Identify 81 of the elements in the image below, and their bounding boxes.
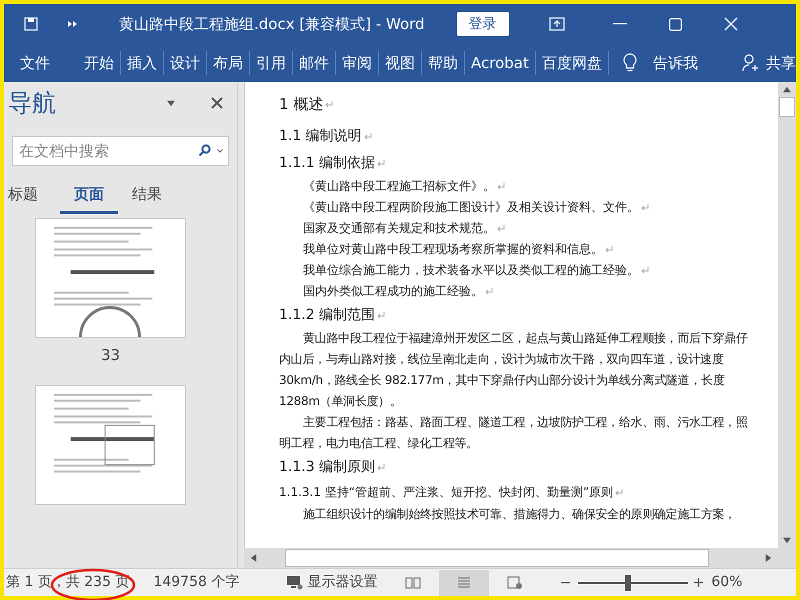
lightbulb-icon[interactable] [622, 53, 637, 73]
scroll-right-icon[interactable] [765, 554, 772, 562]
read-mode-icon[interactable] [405, 576, 422, 588]
save-icon [24, 17, 38, 31]
heading: 1.1.3.1 坚持“管超前、严注浆、短开挖、快封闭、勤量测”原则 [279, 484, 614, 501]
heading: 1.1 编制说明 [279, 127, 362, 146]
list-item-text: 《黄山路中段工程施工招标文件》。 [303, 178, 495, 195]
ribbon-tab[interactable]: 插入 [121, 48, 163, 78]
scroll-thumb[interactable] [285, 549, 709, 567]
paragraph-mark-icon [377, 160, 386, 166]
paragraph-mark-icon [485, 288, 493, 295]
paragraph-mark-icon [641, 204, 649, 211]
search-icon[interactable] [198, 144, 211, 157]
pane-tab[interactable]: 结果 [118, 178, 176, 214]
search-field[interactable]: 在文档中搜索 [12, 136, 229, 166]
paragraph-mark-icon [615, 488, 624, 496]
paragraph-mark-icon [377, 312, 386, 318]
dropdown-icon[interactable] [167, 100, 175, 106]
body-paragraph: 施工组织设计的编制始终按照技术可靠、措施得力、确保安全的原则确定施工方案， [302, 506, 737, 523]
pane-title: 导航 [8, 88, 56, 119]
display-settings-text[interactable]: 显示器设置 [307, 572, 378, 593]
more-icon[interactable] [68, 21, 77, 27]
chevron-icon[interactable] [217, 148, 223, 152]
page-thumbnail[interactable] [35, 384, 186, 504]
ribbon-tab[interactable]: 审阅 [336, 48, 378, 78]
body-paragraph: 主要工程包括：路基、路面工程、隧道工程，边坡防护工程，给水、雨、污水工程，照明工程，电力电信工程、绿化工程等。 [279, 414, 749, 452]
paragraph-mark-icon [364, 132, 372, 140]
paragraph-mark-icon [497, 183, 505, 190]
zoom-in-icon[interactable] [694, 578, 704, 587]
window-title: 黄山路中段工程施组.docx [兼容模式] - Word [119, 14, 425, 35]
list-item-text: 《黄山路中段工程两阶段施工图设计》及相关设计资料、文件。 [303, 199, 639, 216]
print-layout-button[interactable] [439, 570, 490, 596]
paragraph-mark-icon [641, 267, 649, 274]
list-item-text: 我单位综合施工能力，技术装备水平以及类似工程的施工经验。 [303, 262, 639, 279]
paragraph-mark-icon [325, 100, 334, 108]
heading: 1.1.2 编制范围 [279, 306, 376, 325]
ribbon-tab[interactable]: 百度网盘 [536, 48, 608, 78]
web-layout-icon[interactable] [507, 576, 524, 590]
pane-tab[interactable]: 页面 [60, 178, 118, 214]
tell-me-text[interactable]: 告诉我 [652, 52, 698, 74]
heading: 1.1.1 编制依据 [279, 154, 376, 173]
scroll-left-icon[interactable] [250, 554, 257, 562]
page-thumbnail[interactable] [35, 218, 186, 338]
horizontal-scrollbar[interactable] [244, 548, 796, 568]
page-number: 33 [100, 345, 120, 366]
share-person-icon[interactable] [742, 53, 760, 73]
paragraph-mark-icon [605, 246, 613, 253]
close-icon[interactable] [211, 97, 223, 109]
ribbon-tab[interactable]: 开始 [78, 48, 120, 78]
ribbon-tab[interactable]: 帮助 [422, 48, 464, 78]
login-button[interactable]: 登录 [456, 12, 509, 36]
zoom-level[interactable]: 60% [711, 572, 742, 593]
scroll-down-icon[interactable] [783, 537, 791, 544]
scroll-thumb[interactable] [779, 97, 795, 117]
ribbon-tab[interactable]: 引用 [250, 48, 292, 78]
ribbon-tab[interactable]: 邮件 [293, 48, 335, 78]
maximize-icon[interactable] [668, 18, 682, 30]
word-count[interactable]: 149758 个字 [153, 572, 240, 593]
ribbon-tab[interactable]: 文件 [14, 48, 56, 78]
ribbon-tab[interactable]: 视图 [379, 48, 421, 78]
pane-tab[interactable]: 标题 [4, 178, 60, 214]
ribbon-tab[interactable]: 设计 [164, 48, 206, 78]
list-item-text: 我单位对黄山路中段工程现场考察所掌握的资料和信息。 [303, 241, 603, 258]
monitor-gear-icon[interactable] [287, 576, 304, 590]
vertical-scrollbar[interactable] [778, 82, 796, 548]
ribbon-display-icon[interactable] [548, 17, 565, 31]
list-item-text: 国家及交通部有关规定和技术规范。 [303, 220, 495, 237]
zoom-slider-track[interactable] [578, 574, 688, 590]
heading: 1.1.3 编制原则 [279, 458, 376, 477]
list-item-text: 国内外类似工程成功的施工经验。 [303, 283, 483, 300]
heading: 1 概述 [279, 94, 324, 115]
ribbon-tab[interactable]: 布局 [207, 48, 249, 78]
ribbon-tab[interactable]: Acrobat [465, 48, 535, 78]
page-lines-icon [457, 576, 472, 588]
share-text[interactable]: 共享 [766, 52, 796, 74]
body-paragraph: 黄山路中段工程位于福建漳州开发区二区，起点与黄山路延伸工程顺接，而后下穿鼎仔内山后，与寿山路对接，线位呈南北走向，设计为城市次干路，双向四车道，设计速度 30km/h，路线全长 982.177m，其中下穿鼎仔内山部分设计为单线分离式隧道，长度 1288m（单洞长度）。 [279, 330, 749, 410]
scroll-up-icon[interactable] [783, 86, 791, 93]
minimize-icon[interactable] [612, 23, 627, 25]
zoom-slider-thumb[interactable] [624, 574, 631, 590]
paragraph-mark-icon [377, 464, 386, 470]
paragraph-mark-icon [497, 225, 505, 232]
